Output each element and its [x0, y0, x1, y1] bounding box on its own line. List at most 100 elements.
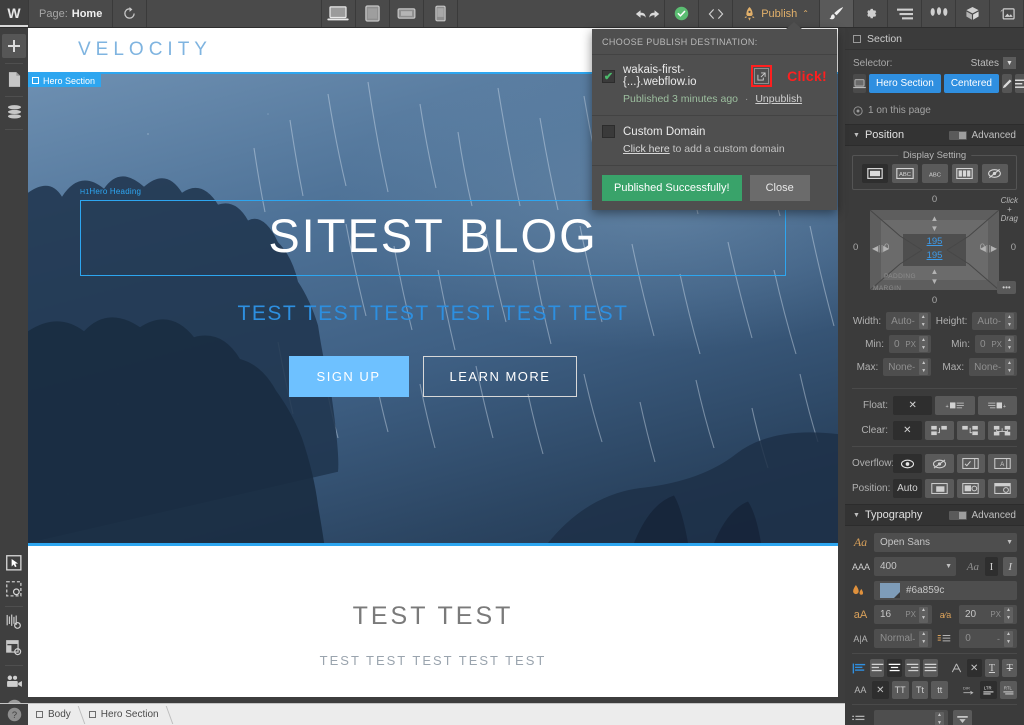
toggle-switch[interactable] — [948, 510, 967, 520]
section2-title[interactable]: TEST TEST — [28, 602, 838, 631]
hero-heading-wrapper[interactable]: H1Hero Heading SITEST BLOG — [80, 187, 786, 276]
box-model-more-icon[interactable]: ••• — [997, 281, 1016, 294]
padding-bottom-arrow-icon[interactable]: ▲ — [931, 267, 939, 276]
device-scope-icon[interactable] — [853, 74, 866, 93]
list-style-stepper[interactable]: ▲ ▼ — [935, 711, 944, 725]
padding-top-value[interactable]: 195 — [927, 236, 943, 247]
align-right-icon[interactable] — [905, 659, 920, 677]
margin-bottom-value[interactable]: 0 — [932, 295, 937, 306]
saved-check-icon[interactable] — [665, 0, 700, 27]
interactions-icon[interactable] — [922, 0, 956, 27]
float-right-icon[interactable]: + — [977, 396, 1017, 415]
code-icon[interactable] — [699, 0, 734, 27]
text-indent-stepper[interactable]: ▲ ▼ — [1004, 630, 1013, 647]
width-input[interactable]: Auto - ▲ ▼ — [886, 312, 931, 330]
padding-left-arrow-icon[interactable]: |▶ — [881, 244, 889, 253]
color-swatch[interactable] — [880, 583, 900, 598]
font-style-upright-icon[interactable]: I — [984, 557, 999, 576]
position-relative-icon[interactable] — [924, 479, 954, 498]
content-section[interactable]: TEST TEST TEST TEST TEST TEST TEST — [28, 546, 838, 697]
device-mobile[interactable] — [424, 0, 458, 27]
breadcrumb-hero-section[interactable]: Hero Section — [81, 704, 169, 725]
min-width-stepper[interactable]: ▲ ▼ — [919, 336, 928, 352]
letter-spacing-input[interactable]: Normal - ▲ ▼ — [874, 629, 933, 648]
position-absolute-icon[interactable] — [956, 479, 986, 498]
add-custom-domain-link[interactable]: Click here — [623, 143, 670, 155]
pages-icon[interactable] — [2, 67, 26, 91]
hero-section-label[interactable]: Hero Section — [28, 74, 102, 87]
next-row-button[interactable] — [953, 710, 972, 725]
transform-lowercase-icon[interactable]: tt — [931, 681, 949, 699]
padding-top-arrow-icon[interactable]: ▼ — [931, 224, 939, 233]
marquee-select-icon[interactable] — [2, 577, 26, 601]
section2-subtitle[interactable]: TEST TEST TEST TEST TEST — [28, 653, 838, 668]
transform-uppercase-icon[interactable]: TT — [891, 681, 909, 699]
device-tablet-landscape[interactable] — [390, 0, 424, 27]
margin-top-arrow-icon[interactable]: ▲ — [931, 214, 939, 223]
symbols-panel-icon[interactable] — [2, 636, 26, 660]
max-height-stepper[interactable]: ▲ ▼ — [1005, 359, 1014, 375]
margin-bottom-arrow-icon[interactable]: ▼ — [931, 277, 939, 286]
published-successfully-button[interactable]: Published Successfully! — [602, 175, 742, 201]
font-style-italic-icon[interactable]: I — [1003, 557, 1018, 576]
assets-icon[interactable] — [990, 0, 1024, 27]
max-width-input[interactable]: None - ▲ ▼ — [883, 358, 932, 376]
transform-capitalize-icon[interactable]: Tt — [911, 681, 929, 699]
padding-right-arrow-icon[interactable]: ◀| — [980, 244, 988, 253]
learn-more-button[interactable]: LEARN MORE — [422, 355, 578, 397]
history-icon[interactable] — [113, 0, 148, 27]
padding-bottom-value[interactable]: 195 — [927, 250, 943, 261]
line-height-input[interactable]: 20 PX ▲ ▼ — [959, 605, 1017, 624]
font-size-input[interactable]: 16 PX ▲ ▼ — [874, 605, 932, 624]
custom-domain-checkbox[interactable]: ✔ — [602, 125, 615, 138]
float-left-icon[interactable]: + — [935, 396, 975, 415]
publish-button[interactable]: Publish ⌃ — [733, 0, 820, 27]
typography-section-header[interactable]: ▼ Typography Advanced — [845, 504, 1024, 526]
overflow-visible-icon[interactable] — [893, 454, 922, 473]
interactions-panel-icon[interactable] — [2, 610, 26, 634]
clear-left-icon[interactable] — [924, 421, 954, 440]
selector-chip-centered[interactable]: Centered — [943, 74, 999, 93]
overflow-auto-icon[interactable]: A — [988, 454, 1017, 473]
max-width-stepper[interactable]: ▲ ▼ — [919, 359, 929, 375]
toggle-switch[interactable] — [948, 130, 967, 140]
decoration-underline-icon[interactable]: T — [984, 659, 1000, 677]
selector-options-icon[interactable] — [1014, 74, 1024, 93]
height-stepper[interactable]: ▲ ▼ — [1005, 313, 1014, 329]
unpublish-link[interactable]: Unpublish — [755, 93, 802, 105]
clear-both-icon[interactable] — [988, 421, 1017, 440]
clear-right-icon[interactable] — [956, 421, 986, 440]
webflow-domain-checkbox[interactable]: ✔ — [602, 69, 615, 83]
symbols-icon[interactable] — [956, 0, 990, 27]
navigator-icon[interactable] — [888, 0, 922, 27]
position-section-header[interactable]: ▼ Position Advanced — [845, 124, 1024, 146]
select-cursor-icon[interactable] — [2, 551, 26, 575]
decoration-strikethrough-icon[interactable]: T — [1002, 659, 1018, 677]
hero-heading[interactable]: SITEST BLOG — [80, 200, 786, 276]
clear-none-icon[interactable]: ✕ — [893, 421, 922, 440]
hero-subheading[interactable]: TEST TEST TEST TEST TEST TEST — [238, 302, 629, 326]
font-weight-select[interactable]: 400 ▼ — [874, 557, 956, 576]
text-indent-input[interactable]: 0 - ▲ ▼ — [959, 629, 1017, 648]
cms-database-icon[interactable] — [2, 100, 26, 124]
undo-redo-icons[interactable] — [631, 0, 666, 27]
sign-up-button[interactable]: SIGN UP — [288, 355, 409, 397]
overflow-hidden-icon[interactable] — [924, 454, 954, 473]
external-link-icon[interactable] — [750, 65, 773, 87]
display-flex-icon[interactable] — [951, 164, 978, 183]
display-none-icon[interactable] — [981, 164, 1008, 183]
video-tutorials-icon[interactable] — [2, 669, 26, 693]
states-dropdown[interactable]: States ▼ — [971, 57, 1016, 69]
float-none-icon[interactable]: ✕ — [893, 396, 933, 415]
max-height-input[interactable]: None - ▲ ▼ — [969, 358, 1017, 376]
typography-advanced-toggle[interactable]: Advanced — [948, 510, 1016, 521]
line-height-stepper[interactable]: ▲ ▼ — [1004, 606, 1013, 623]
margin-right-value[interactable]: 0 — [1011, 242, 1016, 253]
device-desktop[interactable] — [322, 0, 356, 27]
direction-ltr-icon[interactable]: LTR — [980, 681, 998, 699]
breadcrumb-body[interactable]: Body — [28, 704, 81, 725]
width-stepper[interactable]: ▲ ▼ — [918, 313, 928, 329]
display-inline-block-icon[interactable]: ABC — [891, 164, 918, 183]
min-height-stepper[interactable]: ▲ ▼ — [1005, 336, 1014, 352]
margin-right-arrow-icon[interactable]: |▶ — [989, 244, 997, 253]
